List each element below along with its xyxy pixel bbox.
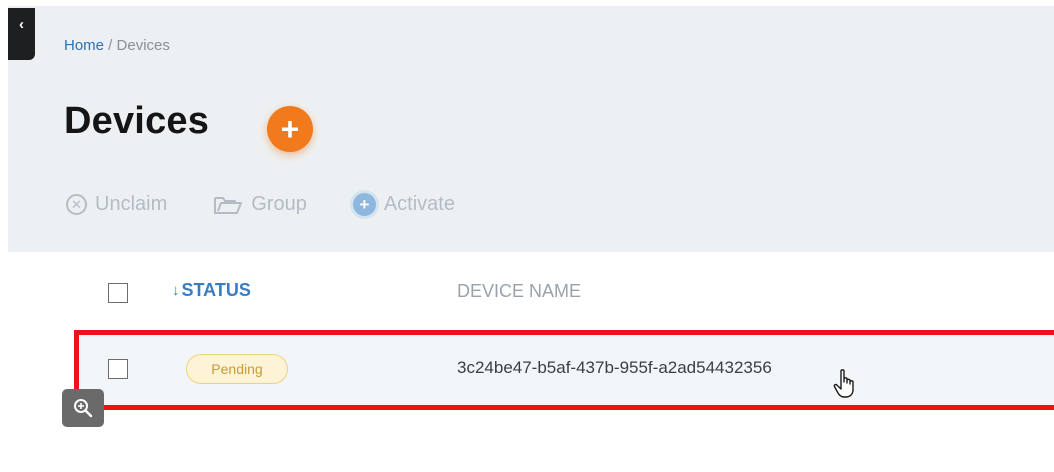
zoom-button[interactable]: [62, 389, 104, 427]
breadcrumb-home-link[interactable]: Home: [64, 37, 104, 54]
column-header-device-name[interactable]: DEVICE NAME: [457, 281, 581, 302]
plus-icon: +: [280, 111, 300, 147]
folder-open-icon: [213, 194, 243, 216]
add-device-button[interactable]: +: [267, 106, 313, 152]
unclaim-button[interactable]: ✕ Unclaim: [66, 193, 167, 216]
zoom-in-icon: [74, 399, 93, 418]
select-all-checkbox[interactable]: [108, 283, 128, 303]
group-button[interactable]: Group: [213, 193, 307, 216]
chevron-left-icon: ‹: [19, 16, 24, 33]
page-title: Devices: [64, 100, 210, 142]
sort-descending-icon: ↓: [172, 282, 180, 299]
unclaim-label: Unclaim: [95, 193, 168, 215]
activate-button[interactable]: + Activate: [352, 193, 455, 216]
sidebar-collapse-button[interactable]: ‹: [8, 8, 35, 60]
plus-circle-icon: +: [352, 193, 376, 216]
column-header-status[interactable]: ↓ STATUS: [172, 280, 251, 301]
column-header-status-label: STATUS: [181, 280, 251, 300]
group-label: Group: [251, 193, 307, 215]
toolbar: ✕ Unclaim Group + Activate: [66, 193, 455, 216]
breadcrumb-current: Devices: [116, 37, 170, 54]
activate-label: Activate: [383, 193, 455, 215]
breadcrumb: Home / Devices: [64, 37, 170, 54]
breadcrumb-separator: /: [104, 37, 117, 54]
close-circle-icon: ✕: [66, 194, 87, 215]
hand-pointer-icon: [833, 369, 854, 398]
highlight-annotation-box: [74, 330, 1054, 410]
